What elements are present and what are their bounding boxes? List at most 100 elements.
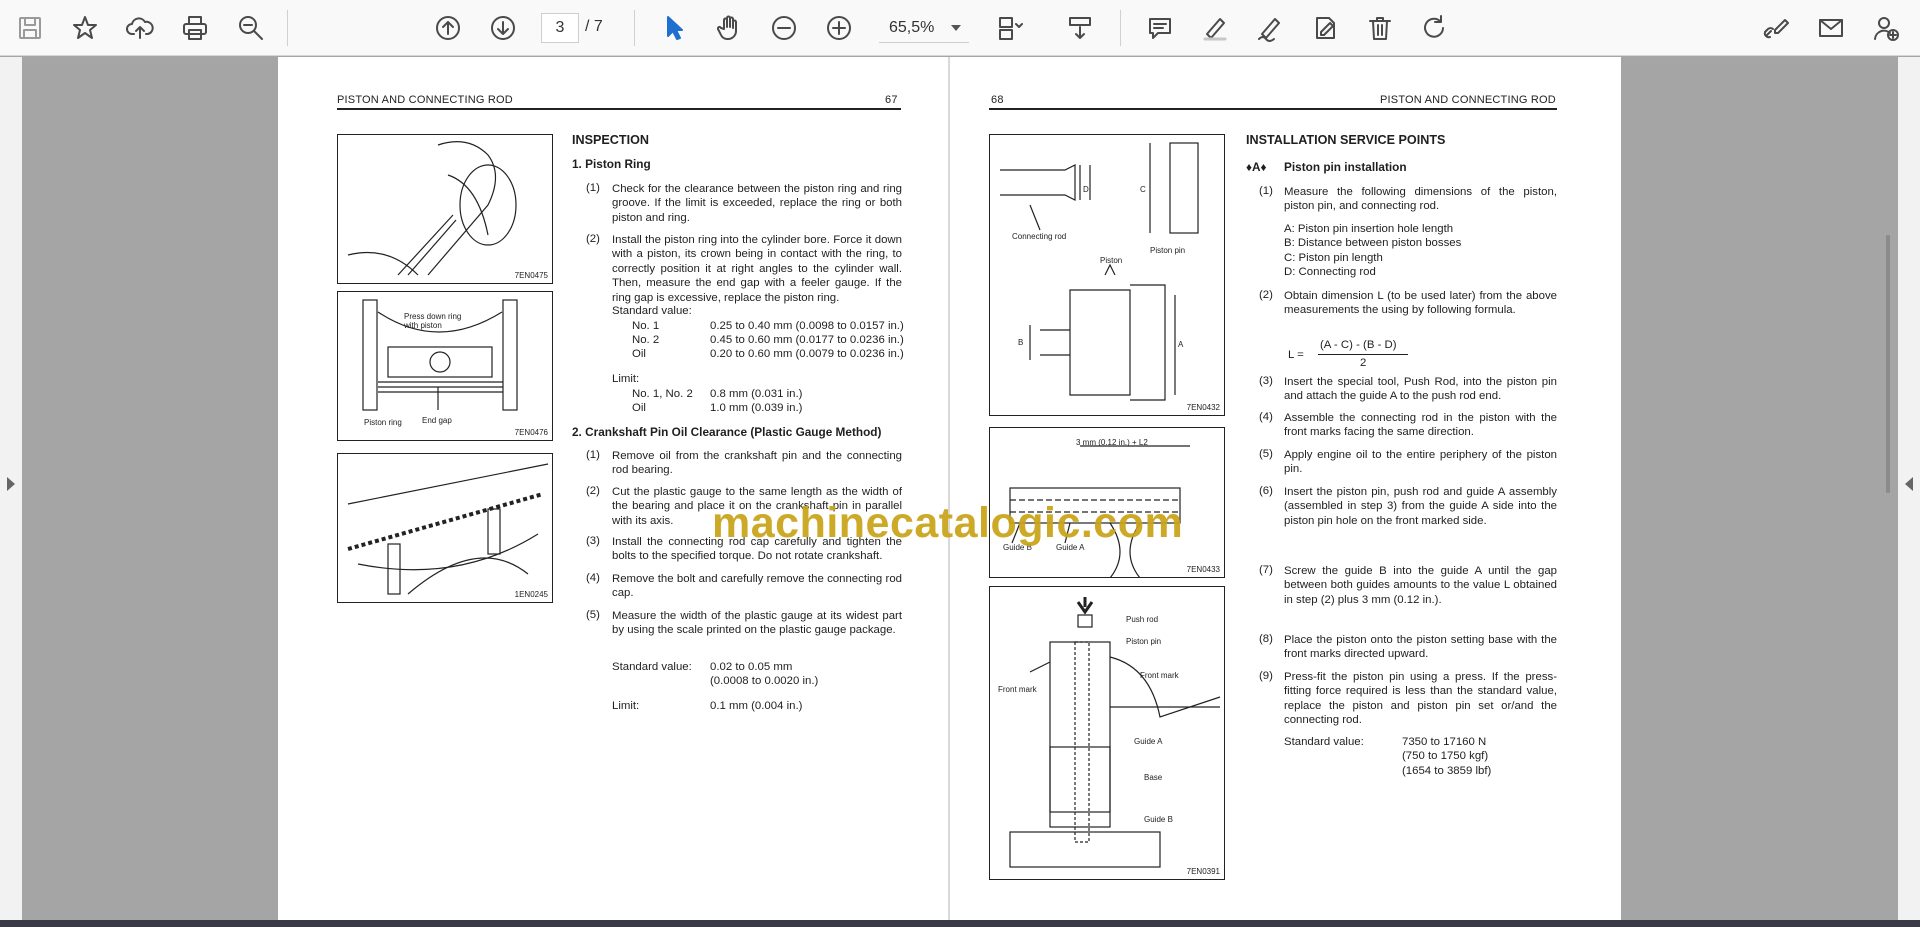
formula-numerator: (A - C) - (B - D) (1320, 339, 1397, 351)
highlight-pen-icon[interactable] (1196, 9, 1234, 47)
header-rule (337, 108, 901, 110)
left-panel-toggle[interactable] (0, 57, 22, 922)
email-icon[interactable] (1812, 9, 1850, 47)
figure-ring-end-gap: Press down ring with piston Piston ring … (337, 291, 553, 441)
zoom-in-icon[interactable] (820, 9, 858, 47)
step-number: (9) (1259, 670, 1273, 682)
running-title: PISTON AND CONNECTING ROD (1380, 94, 1556, 106)
scroll-mode-icon[interactable] (1061, 9, 1099, 47)
right-panel-toggle[interactable] (1898, 57, 1920, 922)
stamp-icon[interactable] (1306, 9, 1344, 47)
step-number: (7) (1259, 564, 1273, 576)
pdf-page-68: 68 PISTON AND CONNECTING ROD Connecting … (950, 57, 1621, 922)
step-number: (5) (586, 609, 600, 621)
watermark-text: machinecatalogic.com (712, 499, 1184, 547)
formula-denominator: 2 (1360, 357, 1367, 369)
step-text: Insert the piston pin, push rod and guid… (1284, 486, 1557, 527)
spec-value: 1.0 mm (0.039 in.) (710, 402, 803, 414)
subsection-marker: ♦A♦ (1246, 160, 1267, 174)
spec-value: 0.25 to 0.40 mm (0.0098 to 0.0157 in.) (710, 320, 904, 332)
figure-label: Press down ring with piston (404, 312, 462, 330)
document-viewport[interactable]: PISTON AND CONNECTING ROD 67 7EN0475 Pre… (0, 57, 1920, 922)
toolbar-separator (1120, 10, 1121, 46)
running-title: PISTON AND CONNECTING ROD (337, 94, 513, 106)
step-text: Obtain dimension L (to be used later) fr… (1284, 290, 1557, 317)
subsection-heading: 2. Crankshaft Pin Oil Clearance (Plastic… (572, 425, 882, 439)
figure-code: 7EN0433 (1186, 565, 1220, 574)
zoom-level-select[interactable]: 65,5% (879, 13, 969, 43)
figure-label: End gap (422, 416, 452, 425)
step-text: Screw the guide B into the guide A until… (1284, 565, 1557, 606)
step-text: Remove the bolt and carefully remove the… (612, 573, 902, 600)
find-zoom-icon[interactable] (232, 9, 270, 47)
standard-value-label: Standard value: (612, 661, 692, 673)
spec-value: 0.02 to 0.05 mm (0.0008 to 0.0020 in.) (710, 661, 819, 688)
figure-crankshaft-plastic-gauge: 1EN0245 (337, 453, 553, 603)
section-heading: INSPECTION (572, 133, 649, 147)
previous-page-icon[interactable] (429, 9, 467, 47)
figure-label: Piston pin (1126, 637, 1162, 646)
redo-icon[interactable] (1416, 9, 1454, 47)
spec-name: Oil (632, 402, 646, 414)
dimension-item: D: Connecting rod (1284, 266, 1376, 278)
figure-code: 7EN0432 (1186, 403, 1220, 412)
step-number: (3) (586, 535, 600, 547)
comment-icon[interactable] (1141, 9, 1179, 47)
bookmark-star-icon[interactable] (66, 9, 104, 47)
next-page-icon[interactable] (484, 9, 522, 47)
zoom-level-value: 65,5% (889, 19, 935, 36)
step-text: Insert the special tool, Push Rod, into … (1284, 376, 1557, 403)
step-text: Place the piston onto the piston setting… (1284, 634, 1557, 661)
step-number: (2) (586, 233, 600, 245)
figure-code: 7EN0476 (514, 428, 548, 437)
print-icon[interactable] (176, 9, 214, 47)
vertical-scrollbar[interactable] (1886, 235, 1890, 493)
figure-label: 3 mm (0.12 in.) + L2 (1076, 438, 1148, 447)
draw-signature-icon[interactable] (1251, 9, 1289, 47)
page-display-icon[interactable] (990, 9, 1028, 47)
step-number: (1) (586, 449, 600, 461)
dimension-item: A: Piston pin insertion hole length (1284, 223, 1454, 235)
step-text: Apply engine oil to the entire periphery… (1284, 449, 1557, 476)
edit-link-icon[interactable] (1757, 9, 1795, 47)
hand-pan-icon[interactable] (710, 9, 748, 47)
page-total-label: / 7 (585, 18, 603, 35)
save-icon[interactable] (11, 9, 49, 47)
figure-label: D (1083, 185, 1089, 194)
add-user-icon[interactable] (1867, 9, 1905, 47)
page-number-input[interactable]: 3 (541, 13, 579, 43)
step-text: Remove oil from the crankshaft pin and t… (612, 450, 902, 477)
cloud-upload-icon[interactable] (121, 9, 159, 47)
subsection-heading: Piston pin installation (1284, 160, 1407, 174)
step-number: (4) (1259, 411, 1273, 423)
figure-piston-ring-clearance: 7EN0475 (337, 134, 553, 284)
figure-code: 1EN0245 (514, 590, 548, 599)
zoom-out-icon[interactable] (765, 9, 803, 47)
taskbar-edge (0, 920, 1920, 927)
figure-label: Base (1144, 773, 1163, 782)
page-number: 67 (885, 94, 898, 106)
figure-piston-dimensions: Connecting rod Piston pin Piston C D A B… (989, 134, 1225, 416)
formula-lhs: L = (1288, 349, 1304, 361)
spec-name: No. 1, No. 2 (632, 388, 693, 400)
figure-label: Push rod (1126, 615, 1159, 624)
figure-label: Piston ring (364, 418, 402, 427)
step-number: (1) (586, 182, 600, 194)
figure-label: Piston (1100, 256, 1123, 265)
select-cursor-icon[interactable] (655, 9, 693, 47)
chevron-down-icon (951, 25, 961, 31)
step-number: (6) (1259, 485, 1273, 497)
step-text: Measure the width of the plastic gauge a… (612, 610, 902, 637)
figure-label: Piston pin (1150, 246, 1186, 255)
dimension-item: B: Distance between piston bosses (1284, 237, 1462, 249)
limit-label: Limit: (612, 373, 640, 385)
delete-trash-icon[interactable] (1361, 9, 1399, 47)
step-number: (5) (1259, 448, 1273, 460)
figure-label: B (1018, 338, 1024, 347)
step-number: (2) (1259, 289, 1273, 301)
subsection-heading: 1. Piston Ring (572, 157, 651, 171)
limit-label: Limit: (612, 700, 640, 712)
header-rule (989, 108, 1557, 110)
spec-value: 0.1 mm (0.004 in.) (710, 700, 803, 712)
spec-value: 0.8 mm (0.031 in.) (710, 388, 803, 400)
